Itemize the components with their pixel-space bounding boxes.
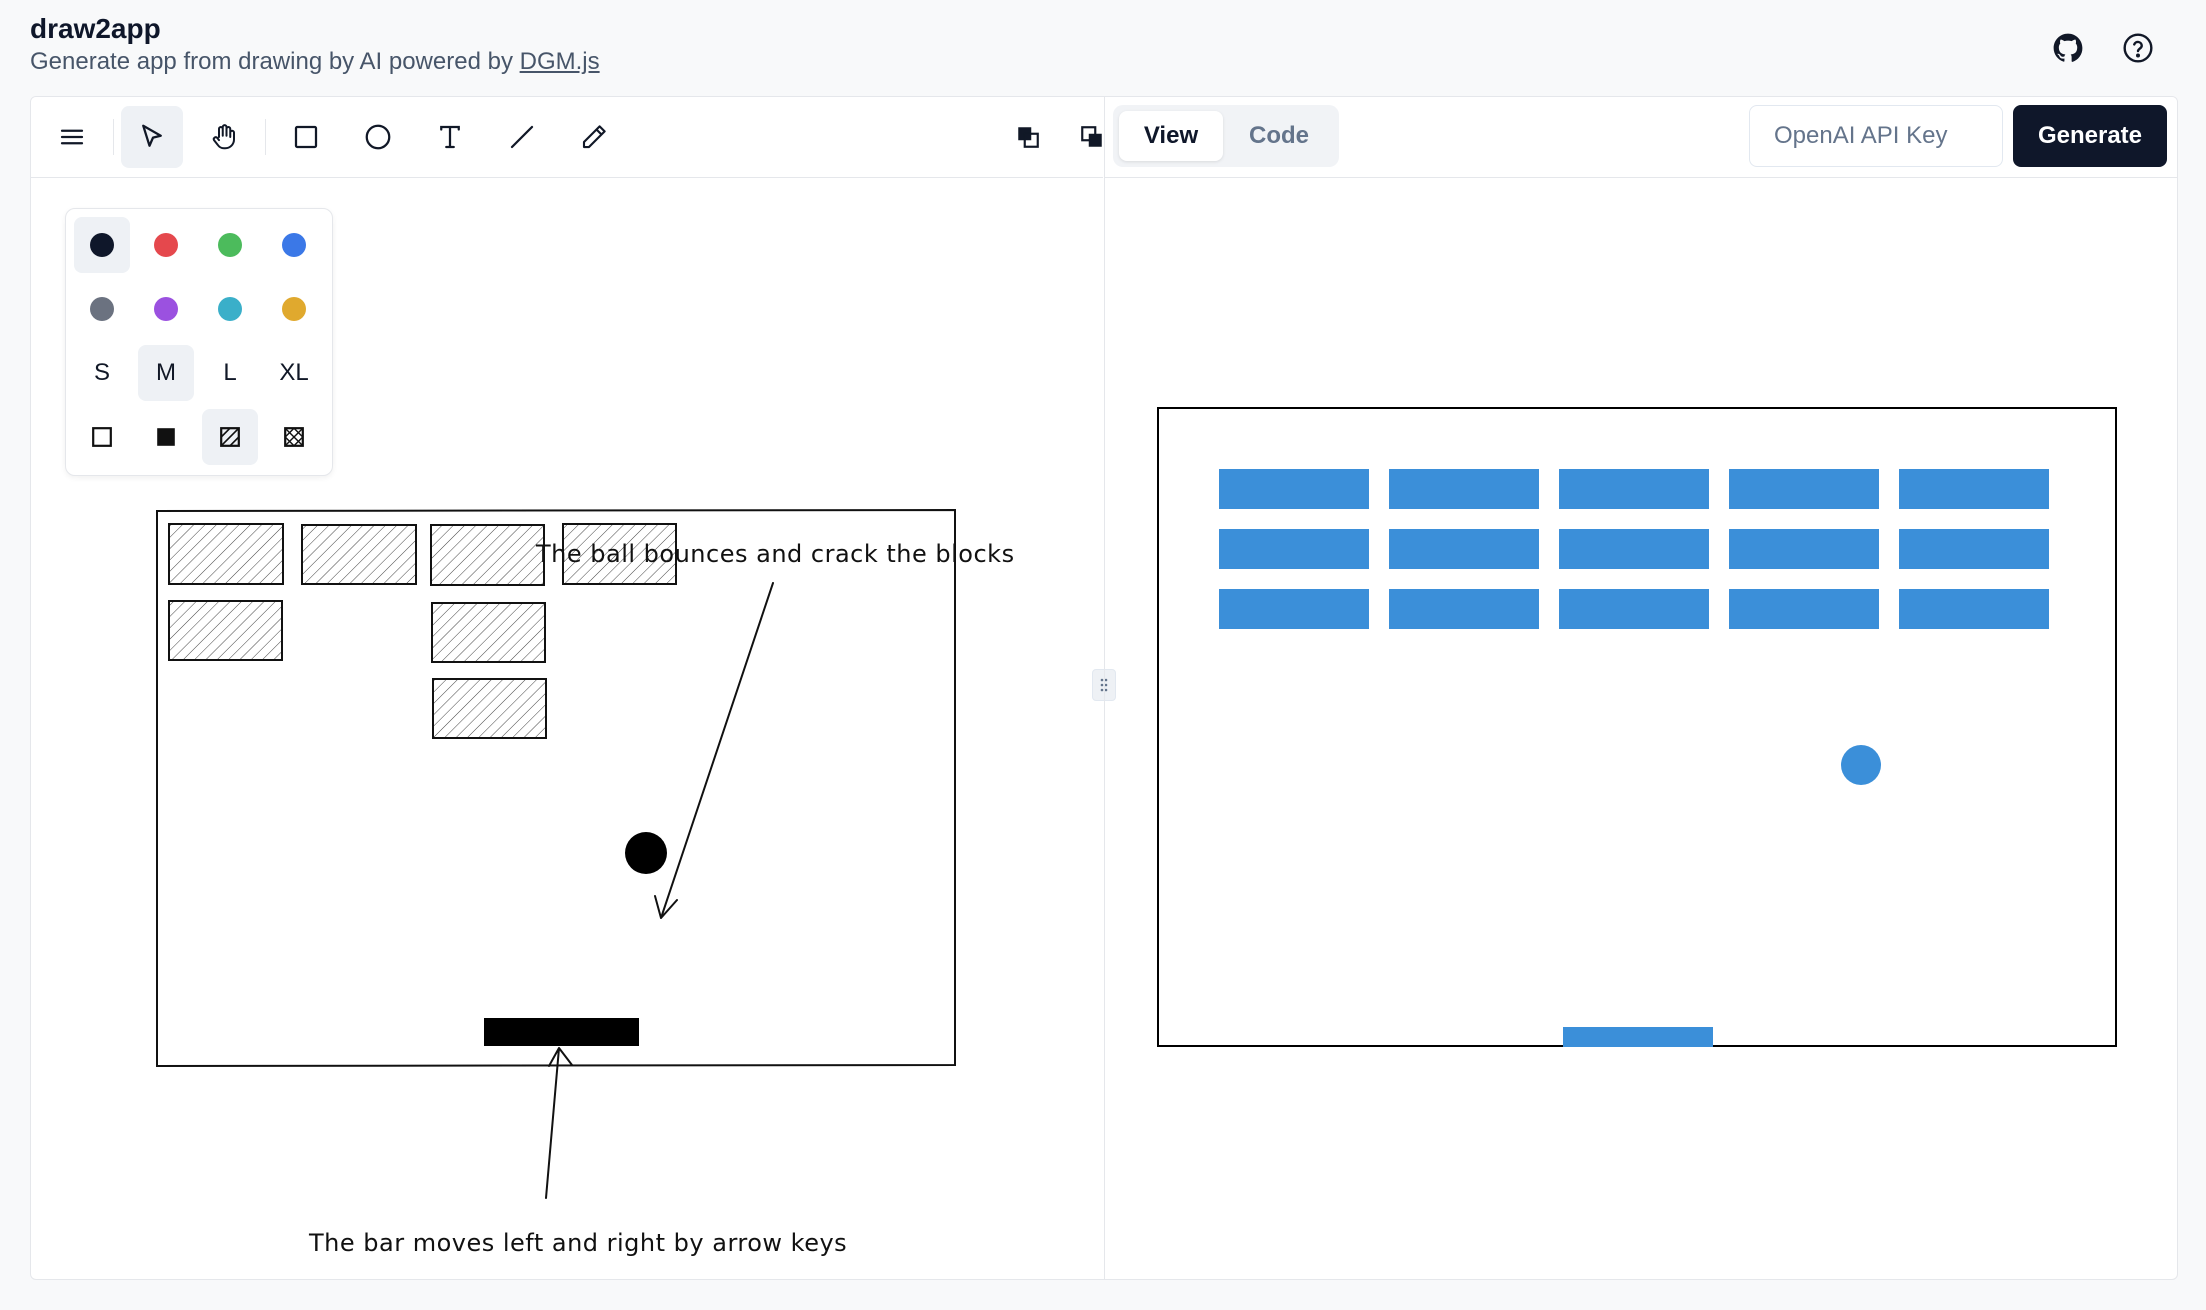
color-swatch-red[interactable] (138, 217, 194, 273)
style-palette: S M L XL (65, 208, 333, 476)
sketch-block (431, 602, 546, 663)
ellipse-icon[interactable] (347, 106, 409, 168)
sketch-block (301, 524, 417, 585)
sketch-ball (625, 832, 667, 874)
annotation-ball: The ball bounces and crack the blocks (535, 540, 1015, 568)
size-xl-button[interactable]: XL (266, 345, 322, 401)
editor-pane: The ball bounces and crack the blocks Th… (31, 97, 1103, 1279)
color-swatch-yellow[interactable] (266, 281, 322, 337)
dgm-link[interactable]: DGM.js (520, 48, 600, 75)
preview-brick (1559, 469, 1709, 509)
hatch-fill-icon[interactable] (202, 409, 258, 465)
sketch-block (432, 678, 547, 739)
help-icon[interactable] (2118, 28, 2158, 68)
color-dot (154, 233, 178, 257)
color-swatch-gray[interactable] (74, 281, 130, 337)
size-s-button[interactable]: S (74, 345, 130, 401)
preview-brick (1729, 469, 1879, 509)
preview-brick (1559, 529, 1709, 569)
color-swatch-black[interactable] (74, 217, 130, 273)
preview-brick (1389, 529, 1539, 569)
preview-toolbar: View Code Generate (1105, 97, 2177, 178)
preview-paddle (1563, 1027, 1713, 1047)
app-title: draw2app (30, 13, 161, 44)
subtitle-text: Generate app from drawing by AI powered … (30, 48, 520, 75)
game-frame-sketch (156, 508, 956, 1068)
github-icon[interactable] (2048, 28, 2088, 68)
preview-brick (1899, 469, 2049, 509)
drawing-canvas[interactable]: The ball bounces and crack the blocks Th… (31, 178, 1103, 1278)
rectangle-icon[interactable] (275, 106, 337, 168)
preview-brick (1219, 469, 1369, 509)
none-fill-icon[interactable] (74, 409, 130, 465)
color-dot (282, 297, 306, 321)
color-swatch-green[interactable] (202, 217, 258, 273)
color-dot (282, 233, 306, 257)
app-frame: The ball bounces and crack the blocks Th… (30, 96, 2178, 1280)
cross-hatch-fill-icon[interactable] (266, 409, 322, 465)
line-icon[interactable] (491, 106, 553, 168)
preview-brick (1899, 589, 2049, 629)
toolbar-divider (265, 119, 266, 155)
tab-code[interactable]: Code (1227, 111, 1331, 161)
color-dot (90, 233, 114, 257)
size-m-button[interactable]: M (138, 345, 194, 401)
color-dot (218, 297, 242, 321)
app-header: draw2app Generate app from drawing by AI… (30, 12, 600, 78)
menu-icon[interactable] (41, 106, 103, 168)
preview-brick (1219, 589, 1369, 629)
preview-ball (1841, 745, 1881, 785)
preview-brick (1559, 589, 1709, 629)
sketch-paddle (484, 1018, 639, 1046)
sketch-block (430, 524, 545, 586)
size-l-button[interactable]: L (202, 345, 258, 401)
preview-brick (1219, 529, 1369, 569)
preview-pane: View Code Generate (1104, 97, 2177, 1279)
color-dot (90, 297, 114, 321)
sketch-block (168, 600, 283, 661)
pencil-icon[interactable] (563, 106, 625, 168)
preview-brick (1729, 589, 1879, 629)
sketch-block (168, 523, 284, 585)
arrow-to-paddle (545, 1047, 573, 1199)
generate-button[interactable]: Generate (2013, 105, 2167, 167)
color-swatch-purple[interactable] (138, 281, 194, 337)
app-subtitle: Generate app from drawing by AI powered … (30, 46, 600, 78)
text-icon[interactable] (419, 106, 481, 168)
annotation-bar: The bar moves left and right by arrow ke… (308, 1229, 847, 1257)
preview-brick (1899, 529, 2049, 569)
editor-toolbar (31, 97, 1103, 178)
toolbar-divider (113, 119, 114, 155)
view-code-tabs: View Code (1113, 105, 1339, 167)
color-swatch-blue[interactable] (266, 217, 322, 273)
game-preview[interactable] (1157, 407, 2117, 1047)
preview-brick (1389, 589, 1539, 629)
tab-view[interactable]: View (1119, 111, 1223, 161)
color-dot (218, 233, 242, 257)
select-icon[interactable] (121, 106, 183, 168)
solid-fill-icon[interactable] (138, 409, 194, 465)
color-dot (154, 297, 178, 321)
preview-brick (1729, 529, 1879, 569)
hand-icon[interactable] (193, 106, 255, 168)
arrow-to-ball (654, 582, 774, 919)
api-key-input[interactable] (1749, 105, 2003, 167)
preview-brick (1389, 469, 1539, 509)
bring-to-front-icon[interactable] (997, 106, 1059, 168)
color-swatch-cyan[interactable] (202, 281, 258, 337)
